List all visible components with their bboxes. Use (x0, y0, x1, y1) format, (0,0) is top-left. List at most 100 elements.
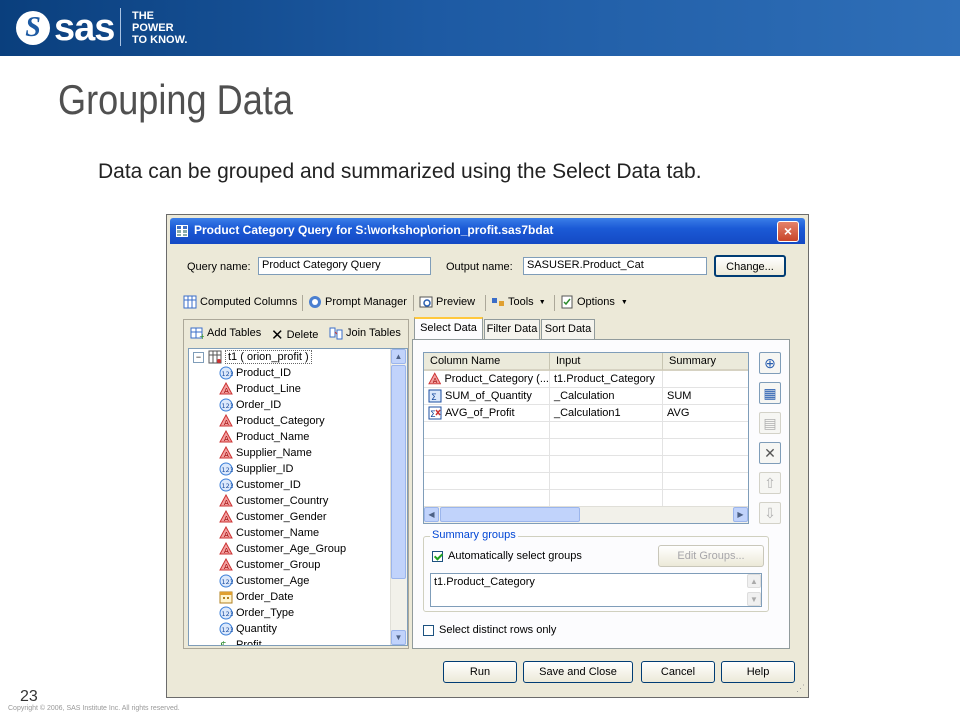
distinct-rows-checkbox[interactable]: Select distinct rows only (423, 624, 556, 636)
auto-select-groups-checkbox[interactable]: Automatically select groups (432, 550, 582, 562)
tree-column-item[interactable]: $¥ Profit (219, 637, 262, 645)
prompt-manager-button[interactable]: Prompt Manager (308, 295, 407, 309)
tab-select-data[interactable]: Select Data (414, 317, 483, 339)
hscrollbar-thumb[interactable] (440, 507, 580, 522)
grid-cell[interactable]: Σ SUM_of_Quantity (424, 388, 550, 405)
tree-column-item[interactable]: 123 Product_ID (219, 365, 291, 381)
scroll-up-icon[interactable]: ▲ (747, 574, 761, 588)
tree-column-item[interactable]: A Customer_Gender (219, 509, 327, 525)
toolbar-separator (302, 295, 303, 311)
grid-empty-cell[interactable] (424, 439, 550, 456)
grid-input: t1.Product_Category (554, 373, 655, 385)
checkbox-unchecked-icon[interactable] (423, 624, 434, 636)
grid-empty-cell[interactable] (663, 456, 748, 473)
summary-group-item[interactable]: t1.Product_Category (434, 576, 535, 588)
grid-empty-cell[interactable] (663, 422, 748, 439)
remove-column-button[interactable]: ✕ (759, 442, 781, 464)
grid-empty-cell[interactable] (550, 422, 663, 439)
calculator-button[interactable]: ▦ (759, 382, 781, 404)
dialog-titlebar[interactable]: Product Category Query for S:\workshop\o… (170, 218, 805, 244)
tree-column-item[interactable]: 123 Order_Type (219, 605, 294, 621)
grid-cell[interactable]: t1.Product_Category (550, 371, 663, 388)
query-name-field[interactable]: Product Category Query (258, 257, 431, 275)
sas-logo: S sas (16, 6, 115, 50)
grid-empty-cell[interactable] (550, 490, 663, 507)
tree-column-item[interactable]: A Product_Category (219, 413, 325, 429)
grid-header-summary[interactable]: Summary (663, 353, 748, 371)
grid-cell[interactable]: _Calculation1 (550, 405, 663, 422)
options-menu-button[interactable]: Options ▼ (560, 295, 628, 309)
computed-columns-button[interactable]: Computed Columns (183, 295, 297, 309)
tab-sort-data[interactable]: Sort Data (541, 319, 595, 339)
output-name-field[interactable]: SASUSER.Product_Cat (523, 257, 707, 275)
grid-cell[interactable]: A Product_Category (... (424, 371, 550, 388)
grid-empty-cell[interactable] (550, 473, 663, 490)
tools-menu-button[interactable]: Tools ▼ (491, 295, 546, 309)
grid-cell[interactable] (663, 371, 748, 388)
tree-column-label: Order_Date (236, 591, 294, 603)
cancel-button[interactable]: Cancel (641, 661, 715, 683)
tree-column-item[interactable]: A Customer_Age_Group (219, 541, 346, 557)
tree-root-node[interactable]: − t1 ( orion_profit ) (193, 349, 312, 365)
preview-button[interactable]: Preview (419, 295, 475, 309)
grid-cell[interactable]: _Calculation (550, 388, 663, 405)
join-tables-button[interactable]: Join Tables (329, 326, 401, 340)
run-button[interactable]: Run (443, 661, 517, 683)
tree-column-item[interactable]: 123 Supplier_ID (219, 461, 293, 477)
grid-empty-cell[interactable] (424, 473, 550, 490)
tree-column-item[interactable]: A Customer_Group (219, 557, 320, 573)
delete-button[interactable]: ✕ Delete (271, 326, 318, 344)
grid-empty-cell[interactable] (550, 439, 663, 456)
move-down-button[interactable]: ⇩ (759, 502, 781, 524)
scroll-right-icon[interactable]: ▶ (733, 507, 748, 522)
toolbar-separator (554, 295, 555, 311)
calculated-column-icon: Σ (428, 406, 442, 420)
grid-empty-cell[interactable] (663, 490, 748, 507)
grid-empty-cell[interactable] (424, 456, 550, 473)
save-and-close-button[interactable]: Save and Close (523, 661, 633, 683)
scroll-down-icon[interactable]: ▼ (747, 592, 761, 606)
tree-scrollbar[interactable]: ▲ ▼ (390, 349, 407, 645)
tree-column-item[interactable]: A Product_Name (219, 429, 309, 445)
grid-header-column-name[interactable]: Column Name (424, 353, 550, 371)
add-column-button[interactable]: ⊕ (759, 352, 781, 374)
scroll-left-icon[interactable]: ◀ (424, 507, 439, 522)
grid-empty-cell[interactable] (550, 456, 663, 473)
tree-column-item[interactable]: 123 Customer_ID (219, 477, 301, 493)
tree-column-item[interactable]: Order_Date (219, 589, 293, 605)
tree-column-item[interactable]: 123 Quantity (219, 621, 277, 637)
tree-column-item[interactable]: A Supplier_Name (219, 445, 312, 461)
checkbox-checked-icon[interactable] (432, 550, 443, 562)
numeric-column-icon: 123 (219, 478, 233, 492)
help-button[interactable]: Help (721, 661, 795, 683)
tree-column-label: Product_ID (236, 367, 292, 379)
grid-cell[interactable]: AVG (663, 405, 748, 422)
grid-empty-cell[interactable] (663, 439, 748, 456)
tree-column-item[interactable]: 123 Customer_Age (219, 573, 309, 589)
tab-filter-data[interactable]: Filter Data (484, 319, 540, 339)
grid-header-input[interactable]: Input (550, 353, 663, 371)
add-tables-button[interactable]: + Add Tables (190, 326, 261, 340)
grid-empty-cell[interactable] (424, 422, 550, 439)
grid-hscrollbar[interactable]: ◀ ▶ (424, 506, 748, 523)
grid-cell[interactable]: Σ AVG_of_Profit (424, 405, 550, 422)
move-up-button[interactable]: ⇧ (759, 472, 781, 494)
grid-cell[interactable]: SUM (663, 388, 748, 405)
grid-empty-cell[interactable] (663, 473, 748, 490)
scrollbar-thumb[interactable] (391, 365, 406, 579)
resize-grip-icon[interactable]: ⋰ (796, 683, 805, 694)
change-button[interactable]: Change... (714, 255, 786, 277)
scroll-up-icon[interactable]: ▲ (391, 349, 406, 364)
tree-column-item[interactable]: A Customer_Name (219, 525, 319, 541)
properties-button[interactable]: ▤ (759, 412, 781, 434)
collapse-icon[interactable]: − (193, 351, 204, 363)
scroll-down-icon[interactable]: ▼ (391, 630, 406, 645)
close-button[interactable]: × (777, 221, 799, 242)
tree-column-item[interactable]: A Customer_Country (219, 493, 328, 509)
grid-empty-cell[interactable] (424, 490, 550, 507)
tree-column-item[interactable]: 123 Order_ID (219, 397, 281, 413)
tools-label: Tools (508, 296, 534, 308)
tree-column-item[interactable]: A Product_Line (219, 381, 301, 397)
edit-groups-button[interactable]: Edit Groups... (658, 545, 764, 567)
character-column-icon: A (219, 558, 233, 571)
